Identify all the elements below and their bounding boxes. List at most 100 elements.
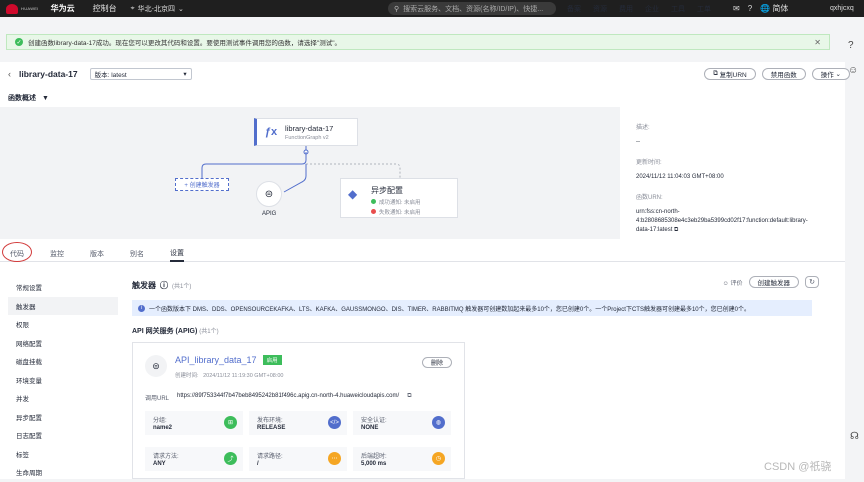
desc-label: 描述:: [636, 125, 650, 131]
sidenav-item-env-vars[interactable]: 环境变量: [8, 371, 118, 390]
rate-label: 评价: [730, 280, 743, 287]
trigger-name[interactable]: API_library_data_17: [175, 355, 257, 365]
async-success-text: 成功通知: 未启用: [379, 200, 421, 206]
cell-value: /: [257, 461, 259, 467]
urn-label: 函数URN:: [636, 195, 663, 201]
clock-icon: ◷: [432, 452, 445, 465]
triggers-content: 触发器 ⓘ (共1个) ☺ 评价 创建触发器 ↻ i 一个函数版本下 DMS、DDS、…: [124, 270, 845, 479]
create-trigger-button[interactable]: 创建触发器: [748, 276, 799, 288]
triggers-actions: ☺ 评价 创建触发器 ↻: [723, 276, 819, 288]
urn-value: urn:fss:cn-north-: [636, 209, 680, 215]
cell-path: 请求路径: / ⋯: [249, 447, 347, 471]
code-icon: </>: [328, 416, 341, 429]
updated-label: 更新时间:: [636, 160, 662, 166]
sidenav-item-logs[interactable]: 日志配置: [8, 426, 118, 445]
trigger-info-banner: i 一个函数版本下 DMS、DDS、OPENSOURCEKAFKA、LTS、KAF…: [132, 300, 812, 316]
time-value: 2024/11/12 11:19:30 GMT+08:00: [203, 373, 284, 379]
url-value[interactable]: https://89f753344f7b47beb8495242b81f496c…: [177, 393, 399, 402]
tab-monitor[interactable]: 监控: [50, 246, 64, 262]
sidenav-item-permissions[interactable]: 权限: [8, 315, 118, 334]
shield-icon: ◍: [432, 416, 445, 429]
sidenav-item-general[interactable]: 常规设置: [8, 278, 118, 297]
cell-method: 请求方法: ANY ⤴: [145, 447, 243, 471]
cell-key: 请求方法:: [153, 454, 179, 460]
cell-key: 后端超时:: [361, 454, 387, 460]
apig-icon: ⊜: [145, 355, 167, 377]
apig-icon: ⊜: [264, 188, 274, 200]
updated-value: 2024/11/12 11:04:03 GMT+08:00: [636, 174, 724, 180]
function-node-name: library-data-17: [285, 123, 334, 133]
rate-link[interactable]: ☺ 评价: [723, 278, 743, 287]
trigger-name-row: API_library_data_17 启用: [175, 355, 282, 365]
async-config-node[interactable]: ◆ 异步配置 成功通知: 未启用 失败通知: 未启用: [340, 178, 458, 218]
method-icon: ⤴: [224, 452, 237, 465]
cell-key: 请求路径:: [257, 454, 283, 460]
sidenav-item-network[interactable]: 网络配置: [8, 334, 118, 353]
cell-group: 分组: name2 ⊞: [145, 411, 243, 435]
apig-section-title: API 网关服务 (APIG) (共1个): [132, 326, 219, 336]
time-label: 创建时间:: [175, 373, 199, 379]
apig-trigger-node[interactable]: ⊜: [256, 181, 282, 207]
tab-settings[interactable]: 设置: [170, 246, 184, 262]
tab-aliases[interactable]: 别名: [130, 246, 144, 262]
function-icon: ƒx: [264, 126, 278, 138]
sidenav-item-triggers[interactable]: 触发器: [8, 296, 118, 315]
triggers-title-text: 触发器: [132, 281, 156, 290]
async-fail-status: 失败通知: 未启用: [371, 208, 421, 216]
apig-trigger-card: ⊜ API_library_data_17 启用 创建时间: 2024/11/12…: [132, 342, 465, 479]
function-node[interactable]: ƒx library-data-17 FunctionGraph v2: [254, 118, 358, 146]
cell-env: 发布环境: RELEASE </>: [249, 411, 347, 435]
help-icon[interactable]: ⓘ: [160, 280, 168, 291]
info-text: 一个函数版本下 DMS、DDS、OPENSOURCEKAFKA、LTS、KAFK…: [149, 306, 750, 313]
trigger-time: 创建时间: 2024/11/12 11:19:30 GMT+08:00: [175, 371, 284, 379]
success-dot-icon: [371, 199, 376, 204]
url-label: 调用URL: [145, 396, 170, 402]
sidenav-item-async[interactable]: 异步配置: [8, 408, 118, 427]
triggers-count: (共1个): [172, 284, 192, 290]
cell-timeout: 后端超时: 5,000 ms ◷: [353, 447, 451, 471]
support-icon[interactable]: ☊: [850, 431, 859, 442]
sidenav-item-disk-mount[interactable]: 磁盘挂载: [8, 352, 118, 371]
urn-value-end: data-17:latest ⧉: [636, 227, 808, 234]
cell-value: name2: [153, 425, 173, 431]
apig-section-count: (共1个): [199, 329, 219, 335]
async-title: 异步配置: [371, 186, 403, 195]
refresh-icon[interactable]: ↻: [805, 276, 819, 288]
function-node-sub: FunctionGraph v2: [285, 134, 329, 141]
add-trigger-button[interactable]: + 创建触发器: [175, 178, 229, 191]
cell-value: RELEASE: [257, 425, 286, 431]
copy-icon[interactable]: ⧉: [674, 227, 678, 233]
url-row: 调用URL https://89f753344f7b47beb8495242b81…: [145, 393, 411, 402]
async-icon: ◆: [348, 187, 358, 201]
highlight-circle: [2, 242, 32, 262]
apig-label: APIG: [262, 211, 277, 217]
sidenav-item-concurrency[interactable]: 并发: [8, 389, 118, 408]
info-icon: i: [138, 304, 145, 312]
cell-value: 5,000 ms: [361, 461, 387, 467]
triggers-title: 触发器 ⓘ (共1个): [132, 280, 191, 291]
status-badge: 启用: [262, 355, 282, 365]
settings-sidenav: 常规设置 触发器 权限 网络配置 磁盘挂载 环境变量 并发 异步配置 日志配置 …: [8, 278, 118, 482]
smile-icon: ☺: [722, 280, 729, 287]
delete-button[interactable]: 删除: [422, 357, 452, 368]
cell-value: NONE: [361, 425, 379, 431]
cell-key: 发布环境:: [257, 418, 283, 424]
cell-value: ANY: [153, 461, 166, 467]
sidenav-item-tags[interactable]: 标签: [8, 445, 118, 464]
copy-icon[interactable]: ⧉: [407, 393, 411, 402]
tab-versions[interactable]: 版本: [90, 246, 104, 262]
cell-auth: 安全认证: NONE ◍: [353, 411, 451, 435]
watermark: CSDN @祇骁: [764, 461, 832, 473]
group-icon: ⊞: [224, 416, 237, 429]
function-meta: 描述: -- 更新时间: 2024/11/12 11:04:03 GMT+08:…: [636, 122, 808, 234]
cell-key: 分组:: [153, 418, 167, 424]
async-fail-text: 失败通知: 未启用: [379, 210, 421, 216]
desc-value: --: [636, 139, 640, 145]
apig-section-text: API 网关服务 (APIG): [132, 328, 198, 335]
function-tabs: 代码 监控 版本 别名 设置: [0, 246, 845, 262]
path-icon: ⋯: [328, 452, 341, 465]
fail-dot-icon: [371, 209, 376, 214]
urn-value: data-17:latest: [636, 227, 673, 233]
cell-key: 安全认证:: [361, 418, 387, 424]
urn-value: 4:b2808685308e4c3eb29ba5399cd02f17:funct…: [636, 218, 808, 224]
